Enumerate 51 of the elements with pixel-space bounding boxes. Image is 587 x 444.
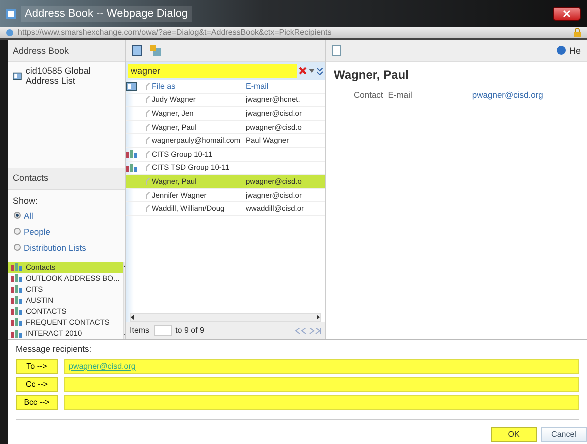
show-label: Show: [12,194,40,208]
cancel-button[interactable]: Cancel [541,427,587,442]
page-input[interactable] [154,325,172,336]
help-link[interactable]: He [557,46,581,56]
contact-name: Wagner, Paul [333,67,410,84]
recipient-field[interactable] [64,377,579,392]
filter-radio[interactable]: Distribution Lists [8,240,125,256]
lock-icon [574,28,581,37]
contacts-folder-icon [11,285,22,294]
contacts-folder-icon [11,296,22,304]
contacts-folder-icon [126,164,137,172]
field-label: Contact [354,90,384,100]
address-book-icon [13,72,22,80]
panel-header: Address Book [8,40,125,62]
scroll-left-icon[interactable] [131,315,134,320]
contacts-folder-icon [11,330,22,338]
window-title: Address Book -- Webpage Dialog [21,6,192,22]
field-type: E-mail [388,90,412,100]
close-icon [563,10,571,18]
recipient-type-button[interactable]: To --> [16,359,58,374]
document-icon[interactable] [332,45,341,56]
search-field[interactable]: wagner [128,64,297,78]
panel-header: Contacts [8,168,125,190]
contacts-folder-icon [11,263,22,272]
address-list-item[interactable]: cid10585 Global Address List [8,62,125,90]
recipients-label: Message recipients: [16,344,93,354]
filter-radio[interactable]: All [8,208,125,224]
column-header[interactable]: File as [152,82,246,91]
recipient-type-button[interactable]: Bcc --> [16,395,58,410]
contacts-folder-icon [126,150,137,158]
items-range: to 9 of 9 [176,326,204,335]
contacts-folder-icon [11,307,22,316]
address-book-icon[interactable] [132,45,142,56]
clear-search-button[interactable] [299,67,307,75]
dropdown-button[interactable] [309,69,315,73]
close-button[interactable] [553,6,581,20]
url-text: https://www.smarshexchange.com/owa/?ae=Dialog&t=AddressBook&ctx=PickRecipients [18,28,332,37]
scroll-right-icon[interactable] [317,315,320,320]
contacts-folder-icon [11,318,22,326]
recipient-field[interactable] [64,395,579,410]
email-link[interactable]: pwagner@cisd.org [472,90,544,100]
recipient-type-button[interactable]: Cc --> [16,377,58,392]
page-icon [6,8,16,18]
ok-button[interactable]: OK [491,427,537,442]
contacts-folder-icon [11,274,22,282]
pager-icon[interactable] [295,328,321,334]
chevron-icon[interactable] [317,68,323,74]
scrollbar[interactable] [130,313,321,322]
column-header[interactable]: E-mail [246,82,325,91]
filter-radio[interactable]: People [8,224,125,240]
items-label: Items [130,326,150,335]
